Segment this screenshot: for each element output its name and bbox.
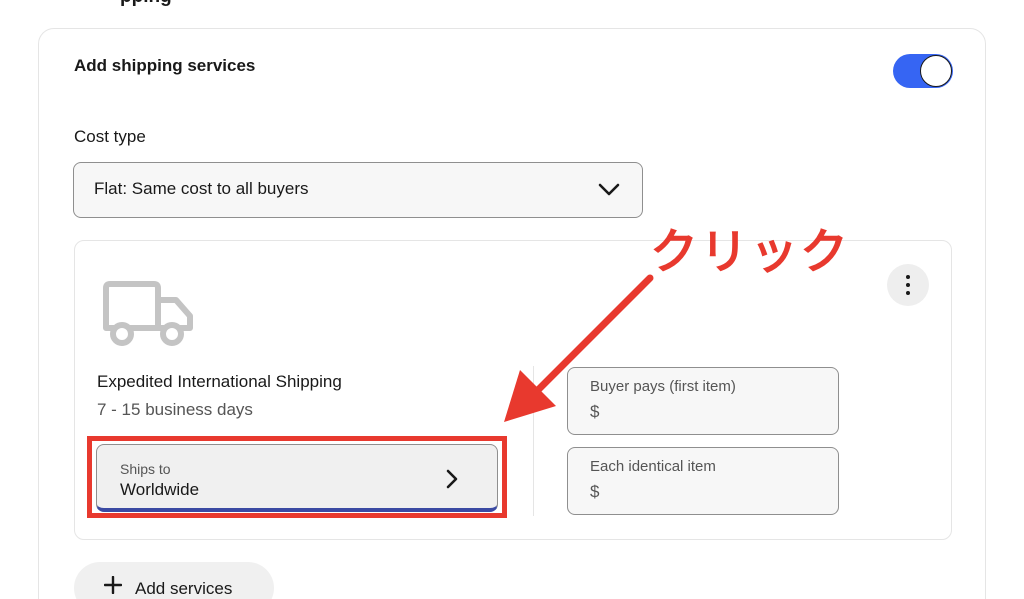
more-dot-icon	[906, 283, 910, 287]
each-item-field[interactable]: Each identical item $	[567, 447, 839, 515]
annotation-arrow-icon	[504, 274, 654, 422]
plus-icon	[104, 576, 122, 594]
cost-type-value: Flat: Same cost to all buyers	[94, 179, 309, 198]
service-name: Expedited International Shipping	[97, 372, 342, 391]
add-services-button[interactable]: Add services	[74, 562, 274, 599]
cost-type-label: Cost type	[74, 127, 146, 146]
annotation-click-text: クリック	[650, 224, 851, 280]
section-heading-partial: pping	[120, 0, 172, 8]
currency-prefix: $	[590, 482, 600, 501]
shipping-services-toggle[interactable]	[893, 54, 953, 88]
more-dot-icon	[906, 291, 910, 295]
truck-icon	[103, 281, 193, 346]
more-dot-icon	[906, 275, 910, 279]
cost-type-select[interactable]: Flat: Same cost to all buyers	[73, 162, 643, 218]
add-services-label: Add services	[135, 579, 233, 598]
toggle-knob	[920, 55, 952, 87]
service-delivery-time: 7 - 15 business days	[97, 400, 253, 419]
more-options-button[interactable]	[887, 264, 929, 306]
shipping-services-title: Add shipping services	[74, 56, 256, 75]
annotation-highlight-box	[87, 436, 507, 518]
each-item-label: Each identical item	[590, 458, 716, 475]
page: pping Add shipping services Cost type Fl…	[0, 0, 1024, 599]
chevron-down-icon	[598, 183, 620, 196]
